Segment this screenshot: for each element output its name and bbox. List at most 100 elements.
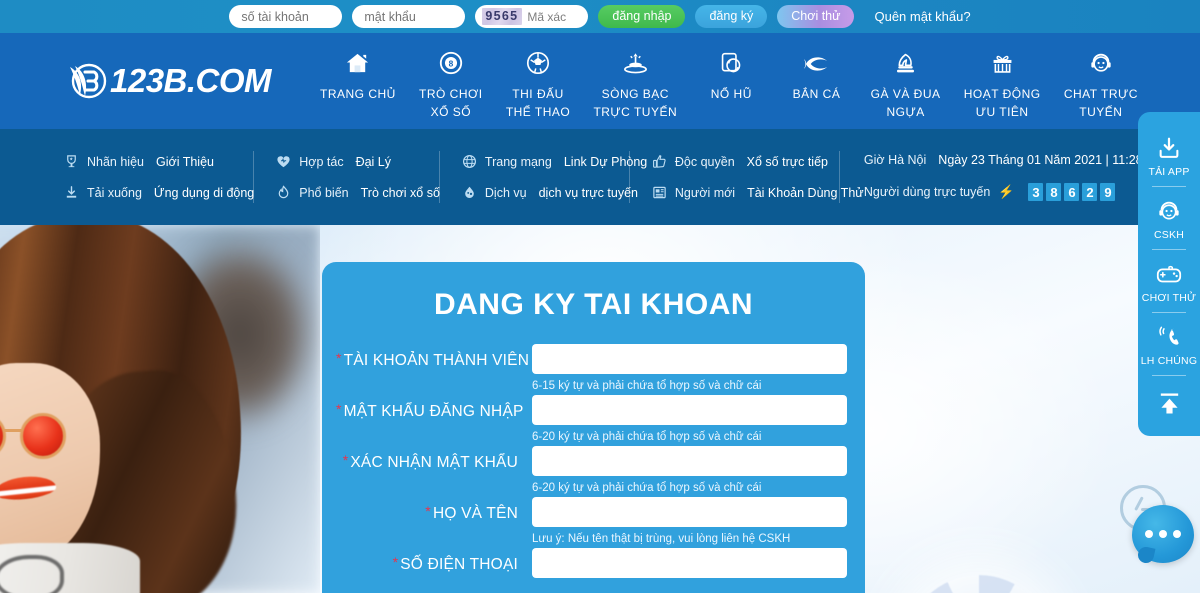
site-logo[interactable]: 123B.COM — [64, 59, 272, 103]
required-star: * — [392, 554, 399, 570]
forgot-password-link[interactable]: Quên mật khẩu? — [874, 9, 970, 24]
form-row-confirm-password: * XÁC NHẬN MẬT KHẨU 6-20 ký tự và phải ch… — [322, 446, 865, 495]
login-button[interactable]: đăng nhập — [598, 5, 686, 28]
main-navigation-bar: 123B.COM TRANG CHỦ 8 TRÒ CHƠI XỔ SỐ THI … — [0, 33, 1200, 129]
field-label-confirm-password: * XÁC NHẬN MẬT KHẨU — [336, 446, 532, 479]
register-button[interactable]: đăng ký — [695, 5, 768, 28]
news-icon — [652, 185, 667, 200]
svg-text:8: 8 — [449, 59, 454, 69]
live-chat-widget[interactable] — [1116, 485, 1194, 563]
model-sunglasses — [0, 413, 90, 459]
billiard-icon: 8 — [419, 47, 483, 79]
info-value[interactable]: Xổ số trực tiếp — [747, 155, 828, 169]
sidebar-item-lh-chung[interactable]: LH CHÚNG — [1138, 313, 1200, 375]
sidebar-item-label: CSKH — [1154, 229, 1184, 241]
info-value[interactable]: Ứng dụng di động — [154, 186, 254, 200]
headset-icon — [1156, 196, 1182, 226]
account-input[interactable] — [229, 5, 343, 28]
sidebar-item-cskh[interactable]: CSKH — [1138, 187, 1200, 249]
nav-label: CHAT TRỰC TUYẾN — [1063, 87, 1138, 119]
info-row-nguoi-moi[interactable]: Người mới Tài Khoản Dùng Thử — [652, 185, 864, 200]
nav-item-chat-truc-tuyen[interactable]: CHAT TRỰC TUYẾN — [1063, 53, 1138, 121]
info-row-pho-bien[interactable]: Phổ biến Trò chơi xổ số — [276, 185, 440, 200]
sidebar-item-label: TẢI APP — [1148, 166, 1190, 178]
nav-item-hoat-dong-uu-tien[interactable]: HOẠT ĐỘNG ƯU TIÊN — [963, 55, 1041, 121]
sidebar-item-tai-app[interactable]: TẢI APP — [1138, 124, 1200, 186]
nav-item-tro-choi-xo-so[interactable]: 8 TRÒ CHƠI XỔ SỐ — [419, 51, 483, 121]
info-column-exclusive: Độc quyền Xổ số trực tiếp Người mới Tài … — [630, 129, 864, 225]
info-row-doc-quyen[interactable]: Độc quyền Xổ số trực tiếp — [652, 154, 840, 169]
username-input[interactable] — [532, 344, 847, 374]
download-icon — [64, 185, 79, 200]
nav-item-ban-ca[interactable]: BẮN CÁ — [785, 57, 847, 103]
info-column-status: Giờ Hà Nội Ngày 23 Tháng 01 Năm 2021 | 1… — [840, 129, 1143, 225]
page-root: 9565 Mã xác đăng nhập đăng ký Chơi thử Q… — [0, 0, 1200, 593]
info-value[interactable]: Trò chơi xổ số — [361, 186, 440, 200]
info-row-tai-xuong[interactable]: Tải xuống Ứng dụng di động — [64, 185, 254, 200]
info-value[interactable]: dịch vụ trực tuyến — [539, 186, 638, 200]
counter-digit: 8 — [1046, 183, 1062, 201]
fountain-icon — [593, 47, 677, 79]
nav-item-no-hu[interactable]: NỔ HŨ — [700, 52, 762, 103]
nav-label: GÀ VÀ ĐUA NGỰA — [870, 87, 941, 119]
phone-input[interactable] — [532, 548, 847, 578]
sidebar-item-label: LH CHÚNG — [1140, 355, 1198, 367]
info-key: Trang mạng — [484, 154, 552, 169]
info-key: Hợp tác — [299, 154, 344, 169]
nav-label: HOẠT ĐỘNG ƯU TIÊN — [963, 87, 1041, 119]
field-label-password: * MẬT KHẨU ĐĂNG NHẬP — [336, 395, 532, 428]
slots-icon — [700, 47, 762, 79]
chat-dot — [1159, 530, 1167, 538]
counter-digit: 3 — [1028, 183, 1044, 201]
field-hint-username: 6-15 ký tự và phải chứa tổ hợp số và chữ… — [532, 380, 762, 392]
label-text: MẬT KHẨU ĐĂNG NHẬP — [343, 403, 524, 420]
headset-icon — [1064, 47, 1138, 79]
scroll-to-top-button[interactable] — [1138, 376, 1200, 426]
counter-digit: 9 — [1100, 183, 1116, 201]
top-utility-bar: 9565 Mã xác đăng nhập đăng ký Chơi thử Q… — [0, 0, 1200, 33]
nav-item-song-bac-truc-tuyen[interactable]: SÒNG BẠC TRỰC TUYẾN — [593, 52, 677, 121]
chat-dots-icon[interactable] — [1132, 505, 1194, 563]
nav-item-thi-dau-the-thao[interactable]: THI ĐẤU THỂ THAO — [506, 51, 570, 121]
nav-label: NỔ HŨ — [710, 87, 752, 101]
thumb-icon — [652, 154, 667, 169]
soccer-icon — [506, 47, 570, 79]
hanoi-time-label: Giờ Hà Nội — [863, 153, 927, 167]
demo-play-button[interactable]: Chơi thử — [777, 5, 855, 28]
phone-ring-icon — [1156, 322, 1182, 352]
gamepad-icon — [1155, 259, 1183, 289]
field-hint-confirm-password: 6-20 ký tự và phải chứa tổ hợp số và chữ… — [532, 482, 762, 494]
info-key: Độc quyền — [674, 154, 735, 169]
info-row-hop-tac[interactable]: Hợp tác Đại Lý — [276, 154, 440, 169]
info-row-dich-vu[interactable]: Dịch vụ dịch vụ trực tuyến — [462, 185, 638, 200]
nav-item-ga-va-dua-ngua[interactable]: GÀ VÀ ĐUA NGỰA — [870, 53, 941, 121]
password-field[interactable] — [532, 395, 847, 425]
info-value[interactable]: Đại Lý — [356, 155, 391, 169]
sidebar-item-choi-thu[interactable]: CHƠI THỬ — [1138, 250, 1200, 312]
form-row-username: * TÀI KHOẢN THÀNH VIÊN 6-15 ký tự và phải… — [322, 344, 865, 393]
logo-text: 123B.COM — [110, 62, 272, 99]
hero-model-photo — [0, 225, 320, 593]
confirm-password-field[interactable] — [532, 446, 847, 476]
captcha-field[interactable]: 9565 Mã xác — [475, 5, 589, 28]
gift-icon — [964, 47, 1041, 79]
info-value[interactable]: Giới Thiệu — [156, 155, 214, 169]
trophy-icon — [64, 154, 79, 169]
info-column-brand: Nhãn hiệu Giới Thiệu Tải xuống Ứng dụng … — [64, 129, 255, 225]
info-row-trang-mang[interactable]: Trang mạng Link Dự Phòng — [462, 154, 647, 169]
nav-item-trang-chu[interactable]: TRANG CHỦ — [320, 53, 396, 103]
required-star: * — [336, 401, 342, 417]
drop-icon — [462, 185, 477, 200]
field-hint-fullname: Lưu ý: Nếu tên thật bị trùng, vui lòng l… — [532, 533, 791, 545]
info-key: Dịch vụ — [484, 185, 527, 200]
online-users-label: Người dùng trực tuyến — [863, 185, 991, 199]
required-star: * — [336, 350, 342, 366]
password-input[interactable] — [352, 5, 466, 28]
info-row-nhan-hieu[interactable]: Nhãn hiệu Giới Thiệu — [64, 154, 254, 169]
counter-digit: 6 — [1064, 183, 1080, 201]
form-row-phone: * SỐ ĐIỆN THOẠI — [322, 548, 865, 583]
field-label-fullname: * HỌ VÀ TÊN — [336, 497, 532, 530]
fullname-input[interactable] — [532, 497, 847, 527]
captcha-code: 9565 — [482, 8, 523, 25]
field-hint-password: 6-20 ký tự và phải chứa tổ hợp số và chữ… — [532, 431, 762, 443]
